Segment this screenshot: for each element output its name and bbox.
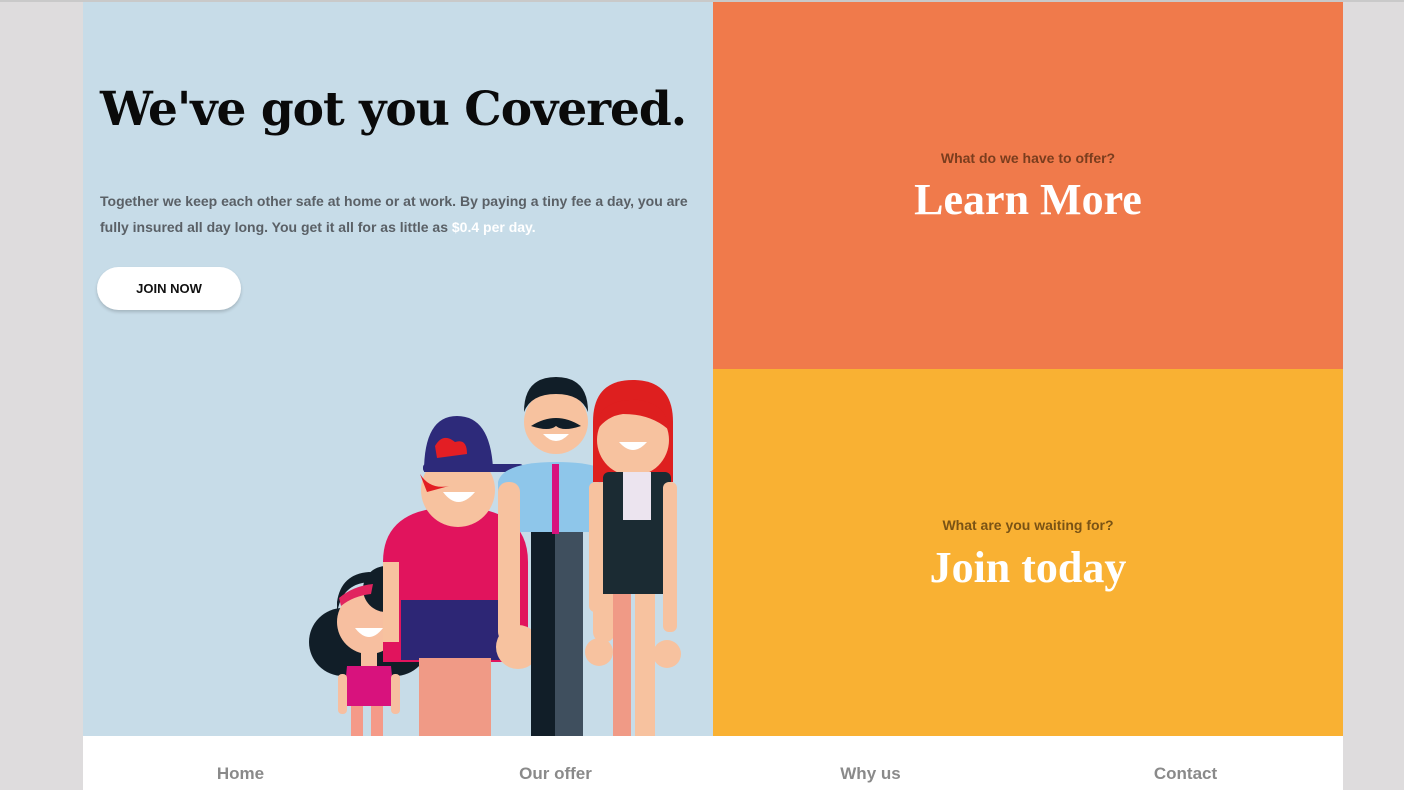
nav-home[interactable]: Home: [83, 736, 398, 790]
learn-more-link[interactable]: What do we have to offer? Learn More: [713, 2, 1343, 369]
join-today-link[interactable]: What are you waiting for? Join today: [713, 369, 1343, 736]
mom-figure: [585, 380, 681, 736]
nav-our-offer[interactable]: Our offer: [398, 736, 713, 790]
learn-more-panel: What do we have to offer? Learn More: [713, 2, 1343, 369]
nav-contact[interactable]: Contact: [1028, 736, 1343, 790]
nav-why-us[interactable]: Why us: [713, 736, 1028, 790]
family-illustration: [309, 377, 681, 736]
footer-navigation: Home Our offer Why us Contact: [83, 736, 1343, 790]
offer-kicker: What do we have to offer?: [940, 150, 1116, 166]
learn-more-heading: Learn More: [914, 175, 1142, 224]
join-today-panel: What are you waiting for? Join today: [713, 369, 1343, 736]
join-kicker: What are you waiting for?: [942, 517, 1114, 533]
hero-section: We've got you Covered. Together we keep …: [83, 2, 713, 736]
page-container: We've got you Covered. Together we keep …: [83, 2, 1343, 790]
join-today-heading: Join today: [929, 543, 1127, 592]
